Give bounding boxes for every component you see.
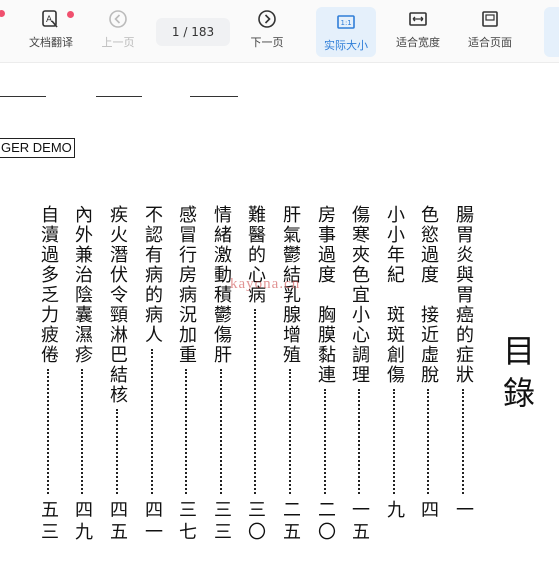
notification-dot <box>0 10 5 17</box>
toc-entry-page: 三〇 <box>245 500 266 544</box>
toc-leader-dots <box>185 369 187 494</box>
toc-entry-title: 自瀆過多乏力疲倦 <box>38 205 59 365</box>
actual-size-button[interactable]: 1:1 实际大小 <box>316 7 376 57</box>
toc-entry[interactable]: 自瀆過多乏力疲倦 <box>37 205 59 494</box>
toc-leader-dots <box>81 369 83 494</box>
toc-entry[interactable]: 肝氣鬱結乳腺增殖 <box>279 205 301 494</box>
page-indicator[interactable]: 1 / 183 <box>156 18 230 46</box>
demo-stamp: GER DEMO <box>0 138 75 158</box>
next-page-label: 下一页 <box>250 36 284 49</box>
toc-leader-dots <box>358 389 360 494</box>
toc-entry-title: 內外兼治陰囊濕疹 <box>72 205 93 365</box>
toc-leader-dots <box>462 389 464 494</box>
svg-text:1:1: 1:1 <box>341 19 352 27</box>
toc-leader-dots <box>116 409 118 494</box>
toc-entry[interactable]: 難醫的心病 <box>244 205 266 494</box>
toc-leader-dots <box>324 389 326 494</box>
fit-width-button[interactable]: 适合宽度 <box>390 8 446 56</box>
toc-entry-page: 四九 <box>72 500 93 544</box>
toc-entry-title: 感冒行房病況加重 <box>176 205 197 365</box>
toc-entry-page: 四一 <box>142 500 163 544</box>
translate-badge-dot <box>67 11 74 18</box>
fit-page-button[interactable]: 适合页面 <box>462 8 518 56</box>
toc-entry[interactable]: 疾火潛伏令頸淋巴結核 <box>106 205 128 494</box>
toc-entry-title: 腸胃炎與胃癌的症狀 <box>453 205 474 385</box>
actual-size-icon: 1:1 <box>335 11 357 33</box>
toc-entry-page: 九 <box>384 500 405 522</box>
toc-entry[interactable]: 情緒激動積鬱傷肝 <box>210 205 232 494</box>
more-icon <box>543 7 559 29</box>
toc-leader-dots <box>47 369 49 494</box>
translate-icon: A <box>40 8 62 30</box>
toc-entry-page: 二五 <box>280 500 301 544</box>
toolbar: A 文档翻译 上一页 1 / 183 下一页 1:1 实际大小 适合宽度 适合页… <box>0 0 559 63</box>
toc-entry-title: 傷寒夾色宜小心調理 <box>349 205 370 385</box>
fit-page-icon <box>479 8 501 30</box>
toc-entry-page: 二〇 <box>315 500 336 544</box>
toc-entry[interactable]: 感冒行房病況加重 <box>175 205 197 494</box>
toc-entry-page: 四五 <box>107 500 128 544</box>
toc-entry-title: 色慾過度 接近虛脫 <box>418 205 439 385</box>
watermark: kayona.cn <box>230 276 301 292</box>
toc-entry[interactable]: 不認有病的病人 <box>141 205 163 494</box>
actual-size-label: 实际大小 <box>324 39 368 52</box>
underline-rule <box>96 96 142 97</box>
toc-entry-page: 四 <box>418 500 439 522</box>
toc-entry[interactable]: 傷寒夾色宜小心調理 <box>348 205 370 494</box>
toc-entry-page: 三三 <box>211 500 232 544</box>
toc-heading: 目錄 <box>498 334 536 418</box>
svg-text:A: A <box>46 15 53 25</box>
more-button-partial[interactable] <box>544 7 559 57</box>
toc-entry[interactable]: 腸胃炎與胃癌的症狀 <box>452 205 474 494</box>
toc-entry-title: 小小年紀 斑斑創傷 <box>384 205 405 385</box>
translate-label: 文档翻译 <box>29 36 73 49</box>
toc-entry-page: 一 <box>453 500 474 522</box>
toc-entry-page: 一五 <box>349 500 370 544</box>
fit-width-label: 适合宽度 <box>396 36 440 49</box>
toc-leader-dots <box>427 389 429 494</box>
toc-leader-dots <box>254 309 256 494</box>
toc-entry[interactable]: 小小年紀 斑斑創傷 <box>383 205 405 494</box>
toc-entry[interactable]: 房事過度 胸膜黏連 <box>314 205 336 494</box>
toc-leader-dots <box>220 369 222 494</box>
underline-rule <box>190 96 238 97</box>
prev-page-label: 上一页 <box>101 36 135 49</box>
toc-leader-dots <box>289 369 291 494</box>
toc-leader-dots <box>151 349 153 494</box>
fit-width-icon <box>407 8 429 30</box>
fit-page-label: 适合页面 <box>468 36 512 49</box>
toc-entry-page: 三七 <box>176 500 197 544</box>
toc-entry[interactable]: 內外兼治陰囊濕疹 <box>71 205 93 494</box>
chevron-right-icon <box>256 8 278 30</box>
toc-entry-title: 不認有病的病人 <box>142 205 163 345</box>
toc-leader-dots <box>393 389 395 494</box>
toc-entry-title: 房事過度 胸膜黏連 <box>315 205 336 385</box>
toc-entry-title: 情緒激動積鬱傷肝 <box>211 205 232 365</box>
next-page-button[interactable]: 下一页 <box>245 8 289 56</box>
underline-rule <box>0 96 46 97</box>
toc-entry-title: 疾火潛伏令頸淋巴結核 <box>107 205 128 405</box>
toc-entry[interactable]: 色慾過度 接近虛脫 <box>417 205 439 494</box>
prev-page-button[interactable]: 上一页 <box>96 8 140 56</box>
toc-entry-page: 五三 <box>38 500 59 544</box>
chevron-left-icon <box>107 8 129 30</box>
page-indicator-text: 1 / 183 <box>171 25 215 39</box>
